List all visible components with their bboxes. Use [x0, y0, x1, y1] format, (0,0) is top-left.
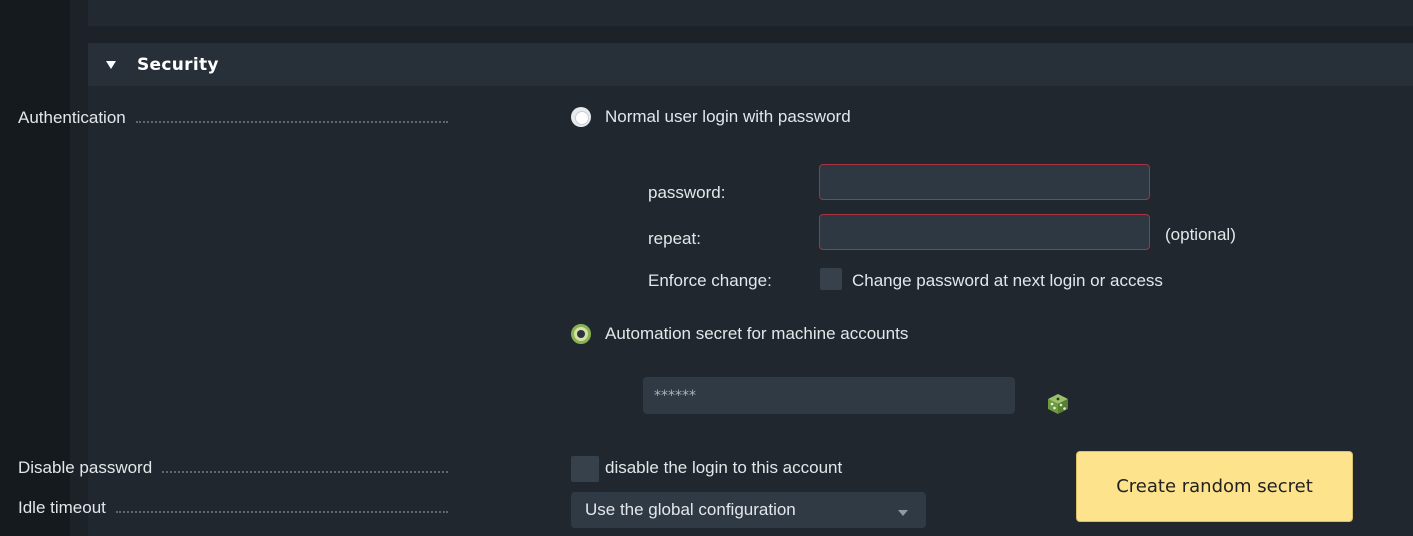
radio-password-login[interactable]	[571, 107, 591, 127]
radio-automation-secret-label[interactable]: Automation secret for machine accounts	[605, 324, 908, 344]
idle-timeout-label: Idle timeout	[18, 498, 106, 517]
enforce-change-checkbox[interactable]	[820, 268, 842, 290]
password-input[interactable]	[819, 164, 1150, 200]
radio-automation-secret[interactable]	[571, 324, 591, 344]
automation-secret-input[interactable]: ******	[643, 377, 1015, 414]
repeat-password-input[interactable]	[819, 214, 1150, 250]
idle-timeout-label-row: Idle timeout	[18, 496, 448, 520]
disable-login-text[interactable]: disable the login to this account	[605, 458, 842, 478]
enforce-change-text[interactable]: Change password at next login or access	[852, 271, 1163, 291]
section-title: Security	[137, 55, 219, 75]
authentication-label: Authentication	[18, 108, 126, 127]
authentication-label-row: Authentication	[18, 106, 448, 130]
triangle-down-icon[interactable]	[106, 61, 116, 69]
idle-timeout-selected: Use the global configuration	[585, 500, 796, 519]
section-header[interactable]: Security	[88, 43, 1413, 86]
create-random-secret-tooltip: Create random secret	[1076, 451, 1353, 522]
tooltip-text: Create random secret	[1116, 476, 1313, 497]
radio-password-login-label[interactable]: Normal user login with password	[605, 107, 851, 127]
enforce-change-label: Enforce change:	[648, 271, 772, 290]
dotted-leader	[135, 121, 448, 123]
password-label: password:	[648, 183, 726, 202]
disable-password-label-row: Disable password	[18, 456, 448, 480]
dotted-leader	[115, 511, 448, 513]
idle-timeout-select[interactable]: Use the global configuration	[571, 492, 926, 528]
caret-down-icon	[898, 510, 908, 516]
disable-login-checkbox[interactable]	[571, 456, 599, 482]
disable-password-label: Disable password	[18, 458, 153, 477]
optional-note: (optional)	[1165, 225, 1236, 244]
dotted-leader	[162, 471, 448, 473]
dice-icon[interactable]	[1046, 392, 1070, 416]
previous-section-panel	[88, 0, 1413, 26]
repeat-label: repeat:	[648, 229, 701, 248]
